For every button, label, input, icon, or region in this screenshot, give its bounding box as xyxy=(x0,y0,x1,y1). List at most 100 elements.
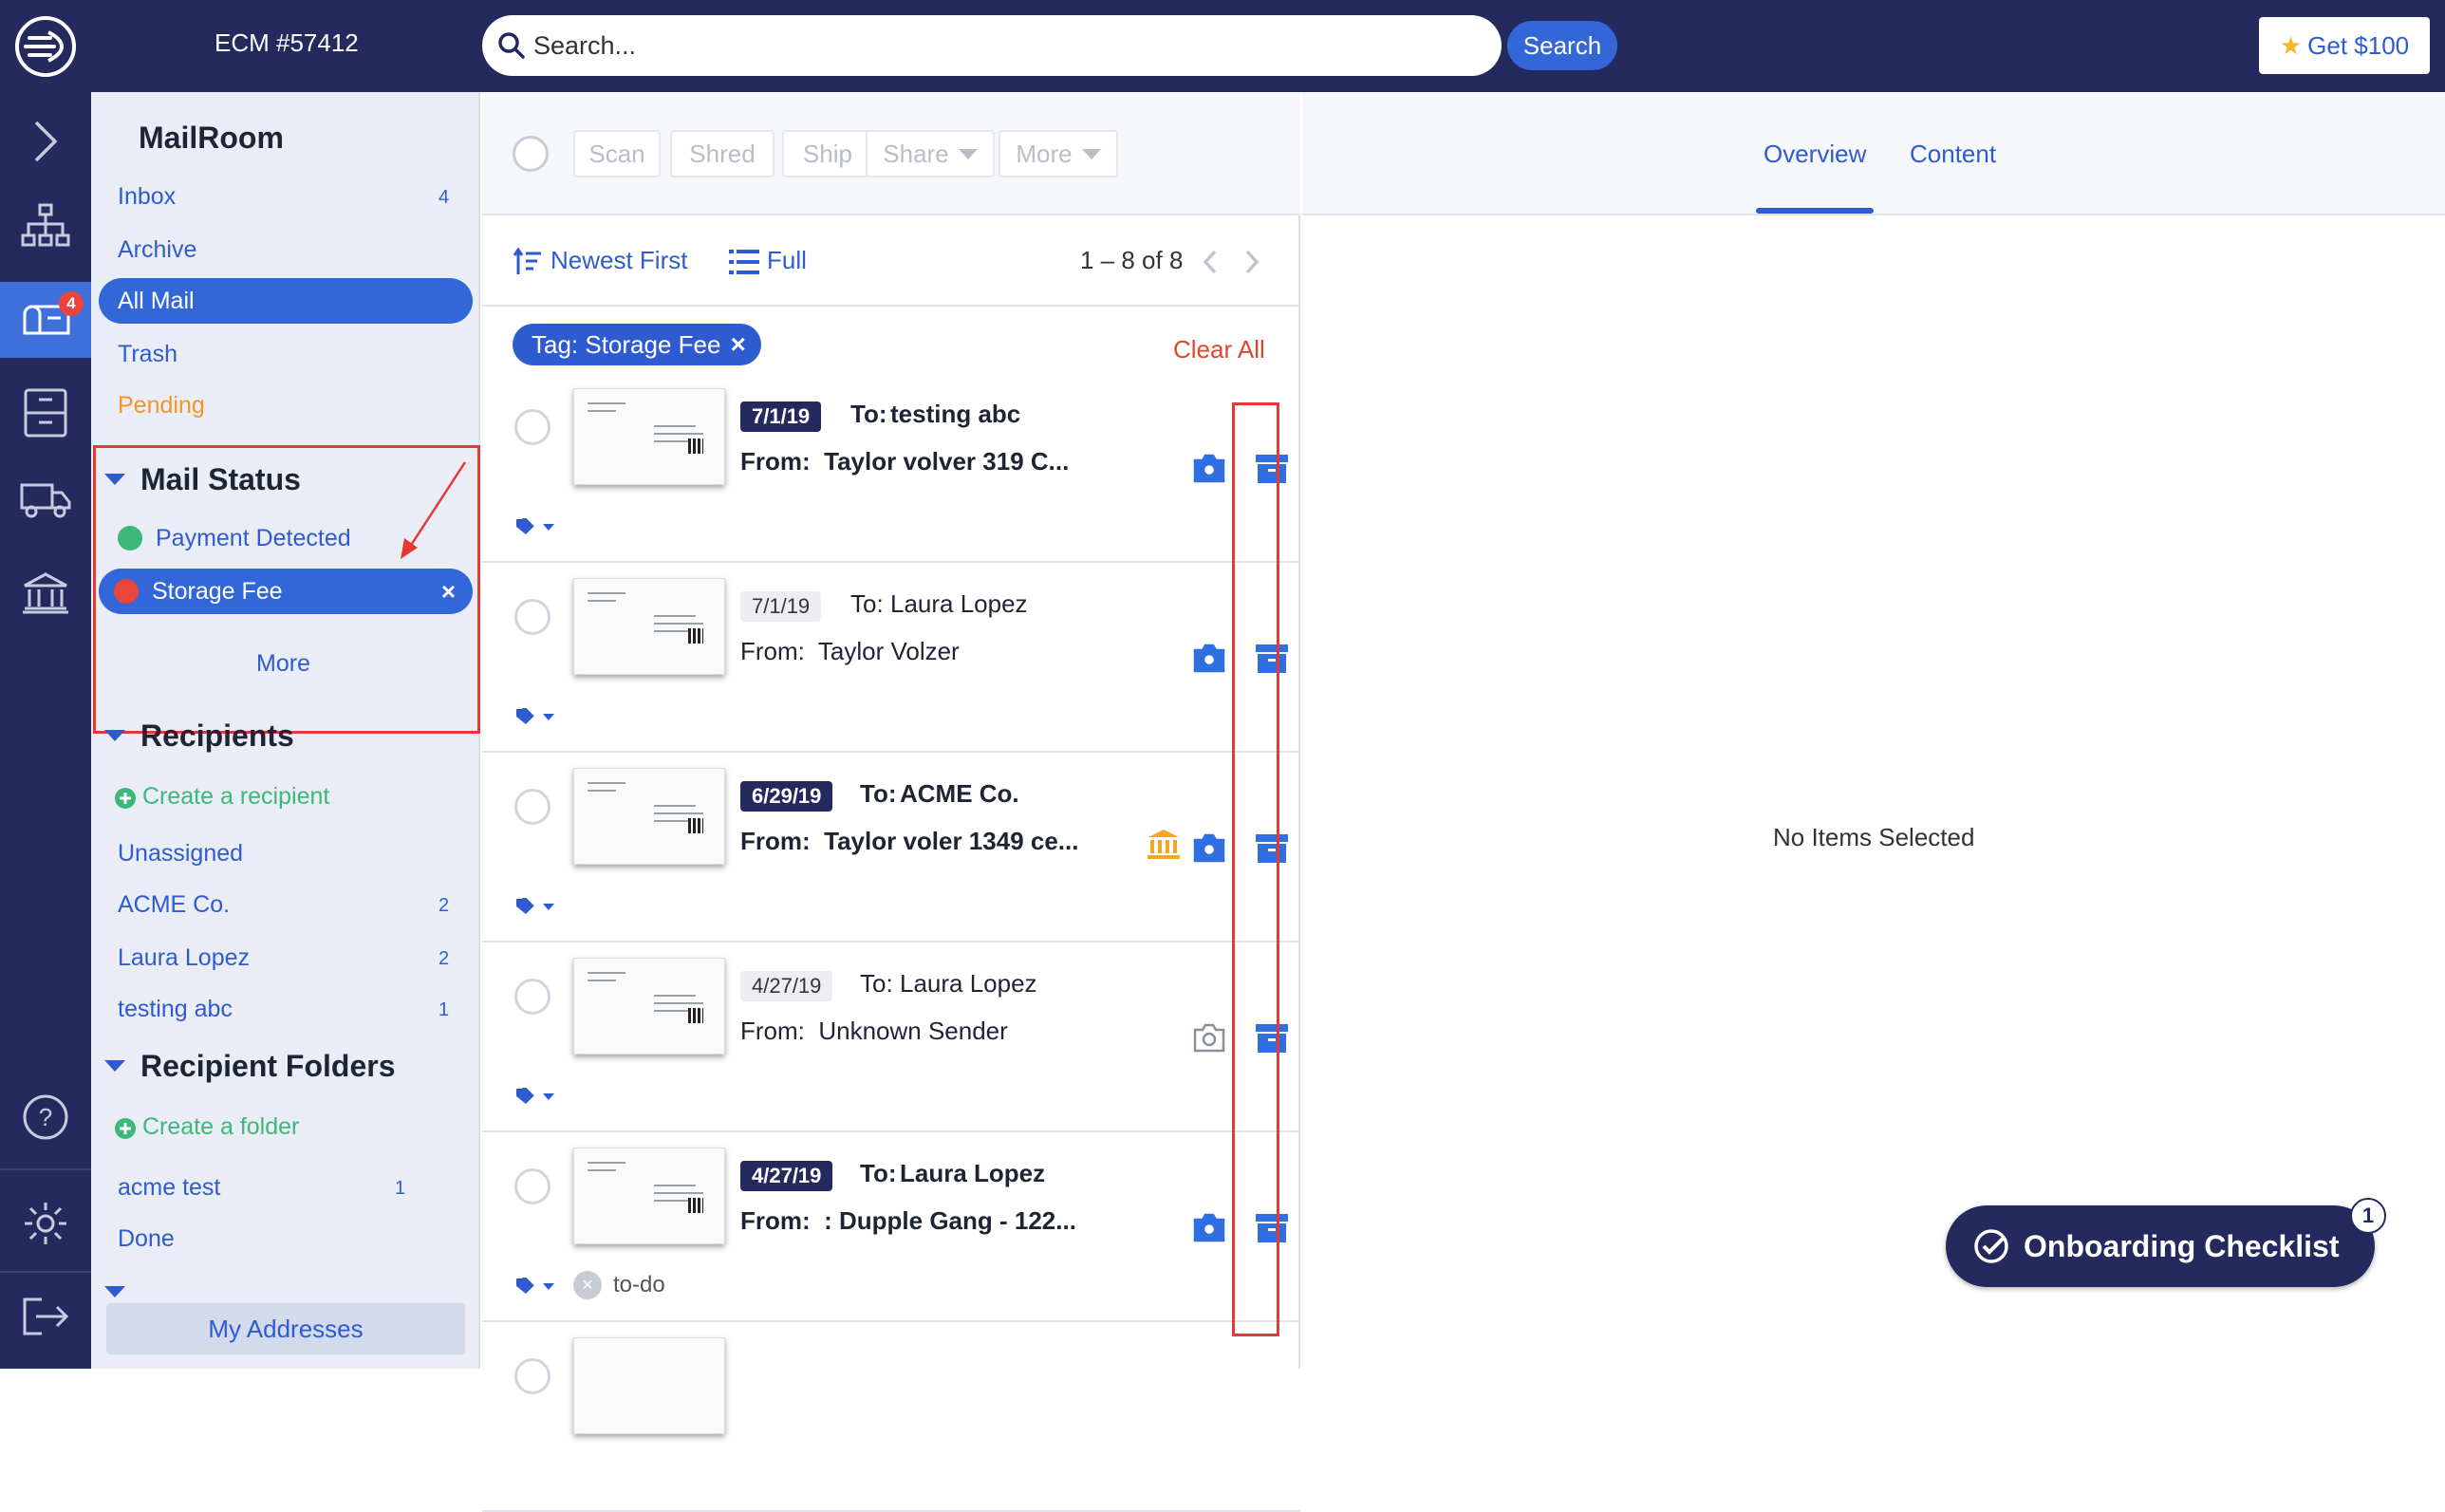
sidebar-item-unassigned[interactable]: Unassigned xyxy=(118,840,243,868)
prev-page-icon[interactable] xyxy=(1200,248,1221,276)
mail-item-checkbox[interactable] xyxy=(514,599,551,635)
recipients-heading[interactable]: Recipients xyxy=(140,719,294,754)
request-scan-camera-icon[interactable] xyxy=(1192,1022,1226,1057)
create-recipient-link[interactable]: Create a recipient xyxy=(142,783,329,811)
truck-icon[interactable] xyxy=(0,462,91,538)
tag-dropdown-icon[interactable] xyxy=(514,1277,554,1296)
create-folder-link[interactable]: Create a folder xyxy=(142,1113,299,1141)
envelope-thumbnail[interactable] xyxy=(573,578,725,675)
testing-abc-count: 1 xyxy=(439,999,450,1020)
filter-chip-label: Tag: Storage Fee xyxy=(532,329,721,359)
select-all-checkbox[interactable] xyxy=(513,136,549,172)
mail-item-row[interactable]: 7/1/19 To: Laura Lopez From: Taylor Volzer xyxy=(482,563,1300,753)
collapse-tags-icon[interactable] xyxy=(104,1286,125,1297)
logout-icon[interactable] xyxy=(0,1279,91,1354)
onboarding-checklist-button[interactable]: Onboarding Checklist xyxy=(1946,1205,2375,1287)
scanned-camera-icon[interactable] xyxy=(1192,643,1226,678)
share-dropdown[interactable]: Share xyxy=(866,130,995,177)
mail-item-row[interactable] xyxy=(482,1322,1300,1512)
search-input[interactable] xyxy=(533,30,1445,61)
mail-recipient: Laura Lopez xyxy=(900,1159,1046,1187)
shred-button[interactable]: Shred xyxy=(670,130,775,177)
mail-recipient: Laura Lopez xyxy=(900,969,1037,998)
mail-date: 6/29/19 xyxy=(740,781,833,812)
mail-status-more[interactable]: More xyxy=(256,650,310,678)
settings-icon[interactable] xyxy=(0,1185,91,1261)
sort-newest-first[interactable]: Newest First xyxy=(551,246,687,275)
scan-button[interactable]: Scan xyxy=(573,130,661,177)
sidebar-item-pending[interactable]: Pending xyxy=(118,392,205,420)
ship-button[interactable]: Ship xyxy=(782,130,873,177)
mail-item-row[interactable]: 4/27/19 To: Laura Lopez From: : Dupple Gang… xyxy=(482,1132,1300,1322)
sort-icon[interactable] xyxy=(513,248,543,276)
scanned-camera-icon[interactable] xyxy=(1192,453,1226,488)
envelope-thumbnail[interactable] xyxy=(573,768,725,865)
tag-dropdown-icon[interactable] xyxy=(514,707,554,726)
sidebar-item-done[interactable]: Done xyxy=(118,1225,175,1253)
payment-detected-icon xyxy=(1147,829,1181,866)
mail-item-checkbox[interactable] xyxy=(514,789,551,825)
mail-item-row[interactable]: 7/1/19 To: testing abc From: Taylor volver … xyxy=(482,373,1300,563)
mail-item-checkbox[interactable] xyxy=(514,979,551,1015)
organization-icon[interactable] xyxy=(0,187,91,263)
active-filter-chip[interactable]: Tag: Storage Fee × xyxy=(513,324,761,365)
mailbox-icon[interactable]: 4 xyxy=(0,282,91,358)
search-button[interactable]: Search xyxy=(1507,21,1617,70)
mail-item-checkbox[interactable] xyxy=(514,1358,551,1394)
sidebar-item-laura-lopez[interactable]: Laura Lopez xyxy=(118,944,250,972)
mail-item-row[interactable]: 4/27/19 To: Laura Lopez From: Unknown Sende… xyxy=(482,943,1300,1132)
add-folder-icon[interactable] xyxy=(114,1117,137,1140)
scanned-camera-icon[interactable] xyxy=(1192,1212,1226,1247)
mail-date: 7/1/19 xyxy=(740,401,822,432)
next-page-icon[interactable] xyxy=(1241,248,1262,276)
my-addresses-button[interactable]: My Addresses xyxy=(106,1303,465,1354)
help-icon[interactable]: ? xyxy=(0,1079,91,1155)
envelope-thumbnail[interactable] xyxy=(573,1337,725,1434)
mail-to-label: To: xyxy=(860,779,897,808)
filter-bar: Tag: Storage Fee × Clear All xyxy=(482,307,1300,373)
remove-tag-icon[interactable]: × xyxy=(573,1271,602,1299)
bank-icon[interactable] xyxy=(0,555,91,631)
search-bar[interactable] xyxy=(482,15,1502,76)
mail-item-row[interactable]: 6/29/19 To: ACME Co. From: Taylor voler 134… xyxy=(482,753,1300,943)
view-full[interactable]: Full xyxy=(767,246,807,275)
mailroom-sidebar: MailRoom Inbox 4 Archive All Mail Trash … xyxy=(91,92,480,1369)
scanned-camera-icon[interactable] xyxy=(1192,832,1226,868)
sidebar-item-all-mail[interactable]: All Mail xyxy=(99,278,473,324)
tag-dropdown-icon[interactable] xyxy=(514,897,554,916)
acme-count: 2 xyxy=(439,895,450,916)
envelope-thumbnail[interactable] xyxy=(573,958,725,1055)
close-icon[interactable]: × xyxy=(730,329,745,360)
tab-overview[interactable]: Overview xyxy=(1764,140,1866,169)
tag-dropdown-icon[interactable] xyxy=(514,517,554,536)
envelope-thumbnail[interactable] xyxy=(573,1148,725,1244)
sidebar-item-archive[interactable]: Archive xyxy=(118,236,196,264)
expand-icon[interactable] xyxy=(0,103,91,179)
clear-all-link[interactable]: Clear All xyxy=(1173,335,1265,364)
recipient-folders-heading[interactable]: Recipient Folders xyxy=(140,1049,396,1084)
tag-dropdown-icon[interactable] xyxy=(514,1087,554,1106)
get-100-button[interactable]: ★ Get $100 xyxy=(2259,17,2430,74)
search-icon xyxy=(498,32,525,59)
collapse-recipients-icon[interactable] xyxy=(104,730,125,741)
sidebar-item-acme[interactable]: ACME Co. xyxy=(118,891,230,919)
sidebar-item-trash[interactable]: Trash xyxy=(118,341,177,368)
sidebar-item-acme-test[interactable]: acme test xyxy=(118,1174,220,1202)
tag-chip[interactable]: × to-do xyxy=(573,1271,665,1299)
mail-date: 4/27/19 xyxy=(740,1161,833,1191)
collapse-recipient-folders-icon[interactable] xyxy=(104,1060,125,1072)
app-logo-icon[interactable] xyxy=(0,0,91,92)
mail-from-label: From: xyxy=(740,637,805,665)
mail-sender: From: Taylor voler 1349 ce... xyxy=(740,827,1078,856)
list-view-icon[interactable] xyxy=(729,250,759,274)
add-recipient-icon[interactable] xyxy=(114,787,137,810)
more-dropdown[interactable]: More xyxy=(999,130,1118,177)
sidebar-item-inbox[interactable]: Inbox xyxy=(118,183,176,211)
mail-item-checkbox[interactable] xyxy=(514,1168,551,1204)
mail-item-checkbox[interactable] xyxy=(514,409,551,445)
tab-content[interactable]: Content xyxy=(1910,140,1996,169)
sidebar-item-testing-abc[interactable]: testing abc xyxy=(118,996,233,1023)
envelope-thumbnail[interactable] xyxy=(573,388,725,485)
inbox-count: 4 xyxy=(439,187,450,208)
cabinet-icon[interactable] xyxy=(0,375,91,451)
